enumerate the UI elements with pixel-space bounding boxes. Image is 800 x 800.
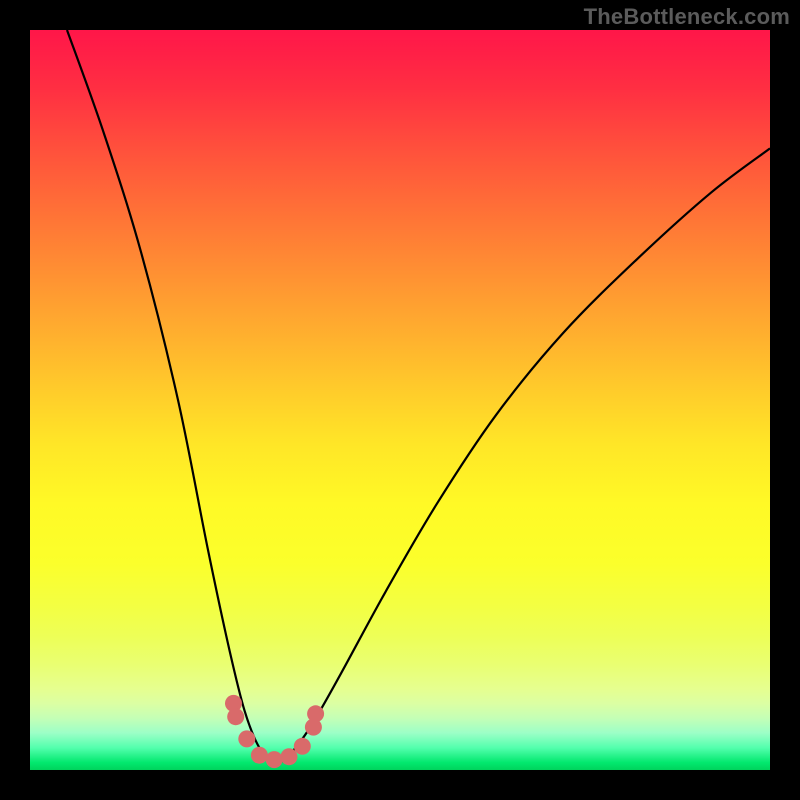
- watermark-text: TheBottleneck.com: [584, 4, 790, 30]
- marker-point: [227, 708, 244, 725]
- marker-point: [307, 705, 324, 722]
- plot-area: [30, 30, 770, 770]
- bottleneck-curve: [67, 30, 770, 763]
- marker-point: [294, 738, 311, 755]
- marker-point: [281, 748, 298, 765]
- marker-point: [251, 747, 268, 764]
- marker-point: [238, 730, 255, 747]
- marker-group: [225, 695, 324, 768]
- marker-point: [266, 751, 283, 768]
- chart-frame: TheBottleneck.com: [0, 0, 800, 800]
- curve-svg: [30, 30, 770, 770]
